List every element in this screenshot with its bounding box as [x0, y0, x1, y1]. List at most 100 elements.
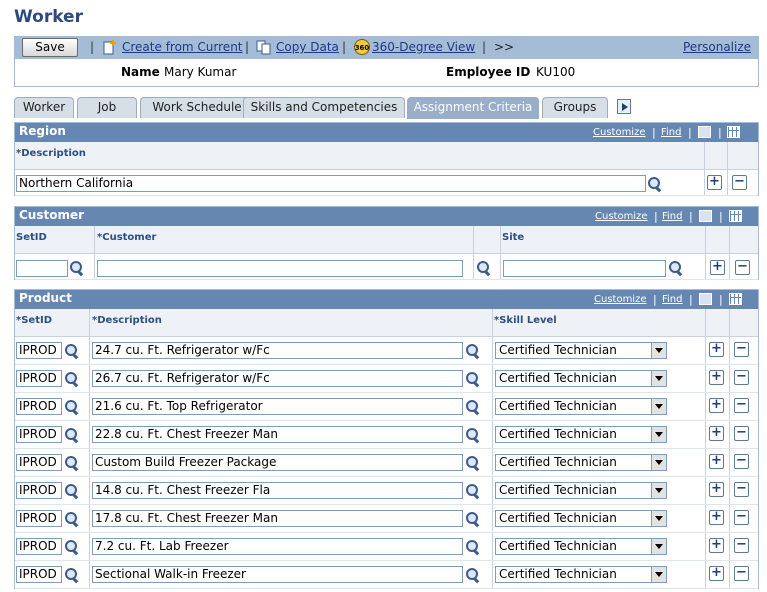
- tab-job[interactable]: Job: [77, 97, 137, 118]
- customer-download-icon[interactable]: [729, 210, 742, 222]
- product-add-row-button[interactable]: +: [709, 510, 724, 525]
- product-setid-lookup-icon[interactable]: [64, 511, 79, 526]
- product-description-lookup-icon[interactable]: [465, 427, 480, 442]
- dropdown-arrow-icon[interactable]: [651, 483, 666, 498]
- product-delete-row-button[interactable]: −: [734, 566, 749, 581]
- product-description-input[interactable]: Custom Build Freezer Package: [92, 454, 463, 471]
- product-description-lookup-icon[interactable]: [465, 371, 480, 386]
- product-setid-lookup-icon[interactable]: [64, 343, 79, 358]
- customer-delete-row-button[interactable]: −: [735, 260, 750, 275]
- region-add-row-button[interactable]: +: [707, 175, 722, 190]
- product-skill-level-select[interactable]: Certified Technician: [495, 454, 667, 471]
- product-delete-row-button[interactable]: −: [734, 342, 749, 357]
- product-setid-lookup-icon[interactable]: [64, 427, 79, 442]
- region-find-link[interactable]: Find: [661, 127, 682, 138]
- product-delete-row-button[interactable]: −: [734, 538, 749, 553]
- product-description-input[interactable]: 26.7 cu. Ft. Refrigerator w/Fc: [92, 370, 463, 387]
- 360-degree-view-link[interactable]: 360-Degree View: [372, 40, 475, 54]
- product-description-input[interactable]: 22.8 cu. Ft. Chest Freezer Man: [92, 426, 463, 443]
- product-find-link[interactable]: Find: [662, 294, 683, 305]
- product-add-row-button[interactable]: +: [709, 342, 724, 357]
- product-skill-level-select[interactable]: Certified Technician: [495, 538, 667, 555]
- copy-data-icon[interactable]: [256, 39, 272, 55]
- region-customize-link[interactable]: Customize: [593, 127, 646, 138]
- product-setid-lookup-icon[interactable]: [64, 399, 79, 414]
- product-add-row-button[interactable]: +: [709, 454, 724, 469]
- personalize-link[interactable]: Personalize: [683, 40, 751, 54]
- product-add-row-button[interactable]: +: [709, 370, 724, 385]
- product-description-lookup-icon[interactable]: [465, 539, 480, 554]
- product-setid-input[interactable]: IPROD: [16, 510, 62, 527]
- product-description-lookup-icon[interactable]: [465, 399, 480, 414]
- product-delete-row-button[interactable]: −: [734, 454, 749, 469]
- product-skill-level-select[interactable]: Certified Technician: [495, 370, 667, 387]
- dropdown-arrow-icon[interactable]: [651, 399, 666, 414]
- product-description-input[interactable]: 14.8 cu. Ft. Chest Freezer Fla: [92, 482, 463, 499]
- tab-work-schedule[interactable]: Work Schedule: [140, 97, 254, 118]
- save-button[interactable]: Save: [22, 38, 78, 57]
- product-add-row-button[interactable]: +: [709, 426, 724, 441]
- dropdown-arrow-icon[interactable]: [651, 567, 666, 582]
- product-setid-lookup-icon[interactable]: [64, 567, 79, 582]
- customer-view-all-icon[interactable]: [699, 210, 712, 222]
- product-delete-row-button[interactable]: −: [734, 370, 749, 385]
- product-setid-input[interactable]: IPROD: [16, 398, 62, 415]
- product-download-icon[interactable]: [729, 293, 742, 305]
- product-description-lookup-icon[interactable]: [465, 483, 480, 498]
- product-setid-input[interactable]: IPROD: [16, 482, 62, 499]
- create-from-current-icon[interactable]: [102, 39, 118, 55]
- dropdown-arrow-icon[interactable]: [651, 539, 666, 554]
- dropdown-arrow-icon[interactable]: [651, 455, 666, 470]
- copy-data-link[interactable]: Copy Data: [276, 40, 339, 54]
- product-setid-input[interactable]: IPROD: [16, 370, 62, 387]
- customer-customer-input[interactable]: [97, 260, 463, 277]
- product-setid-lookup-icon[interactable]: [64, 483, 79, 498]
- product-add-row-button[interactable]: +: [709, 538, 724, 553]
- product-setid-input[interactable]: IPROD: [16, 454, 62, 471]
- product-customize-link[interactable]: Customize: [594, 294, 647, 305]
- product-setid-input[interactable]: IPROD: [16, 426, 62, 443]
- dropdown-arrow-icon[interactable]: [651, 511, 666, 526]
- customer-find-link[interactable]: Find: [662, 211, 683, 222]
- customer-setid-input[interactable]: [16, 260, 68, 277]
- dropdown-arrow-icon[interactable]: [651, 371, 666, 386]
- product-delete-row-button[interactable]: −: [734, 482, 749, 497]
- tab-skills-and-competencies[interactable]: Skills and Competencies: [243, 97, 405, 118]
- customer-add-row-button[interactable]: +: [710, 260, 725, 275]
- more-actions-button[interactable]: >>: [494, 40, 514, 54]
- region-lookup-icon[interactable]: [647, 176, 662, 191]
- product-delete-row-button[interactable]: −: [734, 398, 749, 413]
- product-setid-input[interactable]: IPROD: [16, 342, 62, 359]
- dropdown-arrow-icon[interactable]: [651, 343, 666, 358]
- product-skill-level-select[interactable]: Certified Technician: [495, 566, 667, 583]
- product-delete-row-button[interactable]: −: [734, 426, 749, 441]
- product-description-input[interactable]: Sectional Walk-in Freezer: [92, 566, 463, 583]
- product-description-input[interactable]: 24.7 cu. Ft. Refrigerator w/Fc: [92, 342, 463, 359]
- product-skill-level-select[interactable]: Certified Technician: [495, 342, 667, 359]
- product-setid-lookup-icon[interactable]: [64, 539, 79, 554]
- product-add-row-button[interactable]: +: [709, 398, 724, 413]
- customer-site-lookup-icon[interactable]: [668, 260, 683, 275]
- product-description-lookup-icon[interactable]: [465, 455, 480, 470]
- product-delete-row-button[interactable]: −: [734, 510, 749, 525]
- region-description-input[interactable]: Northern California: [16, 175, 646, 192]
- product-description-lookup-icon[interactable]: [465, 567, 480, 582]
- dropdown-arrow-icon[interactable]: [651, 427, 666, 442]
- product-description-input[interactable]: 7.2 cu. Ft. Lab Freezer: [92, 538, 463, 555]
- tab-groups[interactable]: Groups: [542, 97, 608, 118]
- product-skill-level-select[interactable]: Certified Technician: [495, 510, 667, 527]
- product-add-row-button[interactable]: +: [709, 482, 724, 497]
- 360-degree-view-icon[interactable]: 360: [354, 39, 370, 55]
- product-setid-input[interactable]: IPROD: [16, 538, 62, 555]
- product-description-lookup-icon[interactable]: [465, 511, 480, 526]
- product-skill-level-select[interactable]: Certified Technician: [495, 426, 667, 443]
- tab-worker[interactable]: Worker: [14, 97, 74, 118]
- product-description-input[interactable]: 17.8 cu. Ft. Chest Freezer Man: [92, 510, 463, 527]
- region-view-all-icon[interactable]: [698, 126, 711, 138]
- customer-customize-link[interactable]: Customize: [595, 211, 648, 222]
- customer-setid-lookup-icon[interactable]: [69, 260, 84, 275]
- product-setid-lookup-icon[interactable]: [64, 455, 79, 470]
- product-add-row-button[interactable]: +: [709, 566, 724, 581]
- create-from-current-link[interactable]: Create from Current: [122, 40, 243, 54]
- product-setid-input[interactable]: IPROD: [16, 566, 62, 583]
